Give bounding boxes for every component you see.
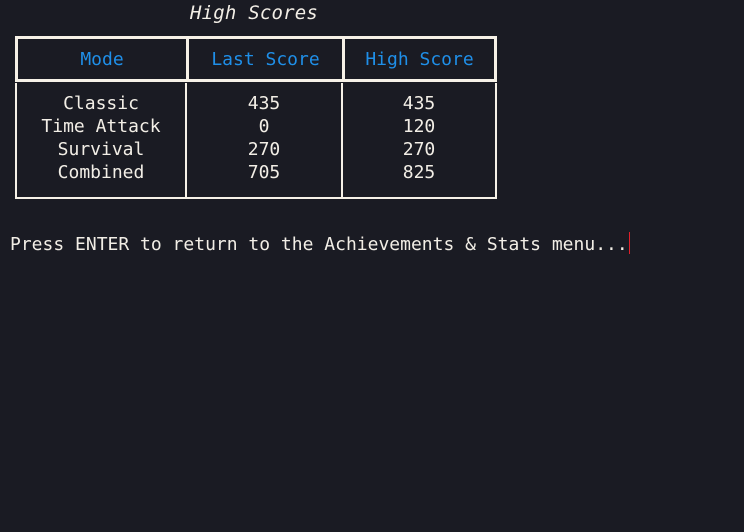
prompt-text: Press ENTER to return to the Achievement…	[10, 234, 628, 255]
column-header-mode: Mode	[80, 48, 124, 70]
table-body: Classic Time Attack Survival Combined 43…	[15, 83, 497, 199]
text-cursor[interactable]	[628, 232, 630, 254]
table-cell-high-score: 120	[402, 116, 436, 137]
column-header-last-score: Last Score	[186, 39, 342, 79]
table-cell-mode: Survival	[57, 139, 145, 160]
high-scores-table: Mode Last Score High Score Classic Time …	[15, 36, 497, 199]
mode-column: Classic Time Attack Survival Combined	[17, 83, 185, 197]
last-score-column: 435 0 270 705	[185, 83, 341, 197]
table-cell-high-score: 825	[402, 162, 436, 183]
table-cell-last-score: 270	[247, 139, 281, 160]
high-score-column: 435 120 270 825	[341, 83, 495, 197]
table-cell-high-score: 270	[402, 139, 436, 160]
page-title: High Scores	[190, 2, 319, 24]
return-prompt: Press ENTER to return to the Achievement…	[10, 232, 630, 255]
table-header-row: Mode Last Score High Score	[15, 36, 497, 82]
table-cell-high-score: 435	[402, 93, 436, 114]
table-cell-mode: Classic	[63, 93, 139, 114]
table-cell-last-score: 435	[247, 93, 281, 114]
table-cell-mode: Combined	[57, 162, 145, 183]
table-cell-last-score: 0	[258, 116, 270, 137]
table-cell-last-score: 705	[247, 162, 281, 183]
column-header-high-score: High Score	[342, 39, 494, 79]
table-cell-mode: Time Attack	[41, 116, 161, 137]
